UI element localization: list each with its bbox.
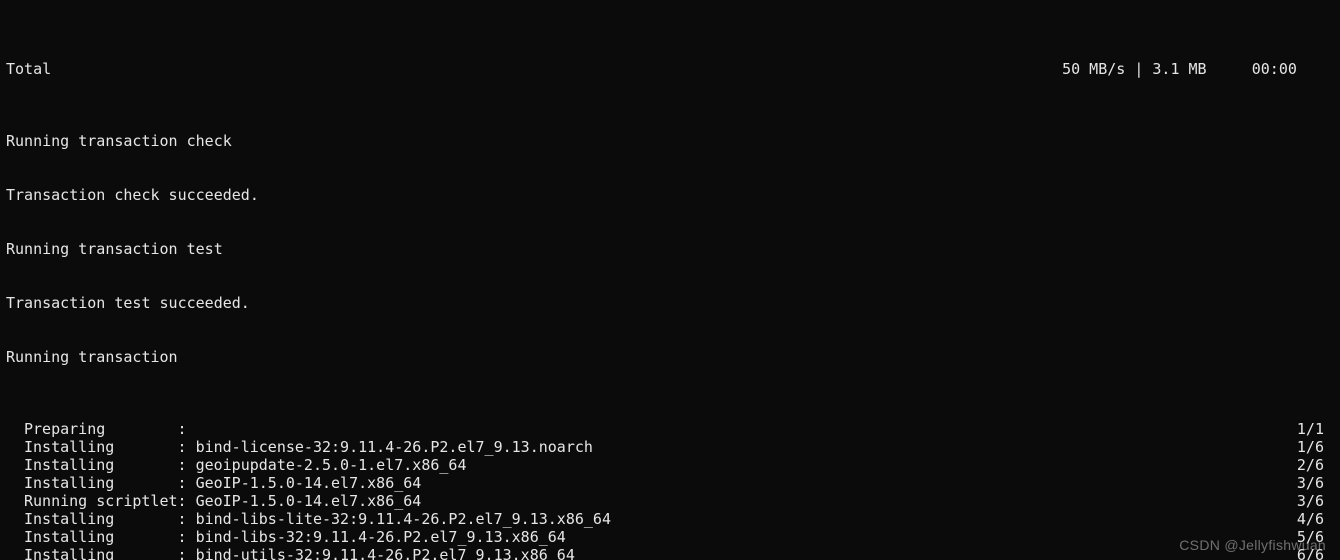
step-package: bind-utils-32:9.11.4-26.P2.el7_9.13.x86_… [196,546,575,560]
total-size: 3.1 MB [1152,60,1206,78]
status-line: Transaction check succeeded. [6,186,1334,204]
step-package: bind-libs-lite-32:9.11.4-26.P2.el7_9.13.… [196,510,611,528]
step-package: bind-libs-32:9.11.4-26.P2.el7_9.13.x86_6… [196,528,566,546]
step-separator: : [178,492,196,510]
step-action: Installing [24,474,178,492]
step-separator: : [178,438,196,456]
total-row: Total 50 MB/s | 3.1 MB 00:00 [6,60,1334,78]
total-stats: 50 MB/s | 3.1 MB 00:00 [1062,60,1334,78]
step-separator: : [178,546,196,560]
total-sep: | [1134,60,1143,78]
step-count: 2/6 [1297,456,1334,474]
transaction-step: Installing: GeoIP-1.5.0-14.el7.x86_64 3/6 [6,474,1334,492]
step-action: Installing [24,510,178,528]
step-separator: : [178,456,196,474]
step-action: Running scriptlet [24,492,178,510]
total-speed: 50 MB/s [1062,60,1125,78]
status-line: Running transaction check [6,132,1334,150]
step-separator: : [178,420,196,438]
watermark: CSDN @Jellyfishwuan [1179,536,1326,554]
transaction-steps: Preparing: 1/1Installing: bind-license-3… [6,420,1334,560]
terminal-output: Total 50 MB/s | 3.1 MB 00:00 Running tra… [0,0,1340,560]
step-count: 1/1 [1297,420,1334,438]
step-count: 1/6 [1297,438,1334,456]
step-package: geoipupdate-2.5.0-1.el7.x86_64 [196,456,467,474]
step-package: bind-license-32:9.11.4-26.P2.el7_9.13.no… [196,438,593,456]
status-line: Running transaction test [6,240,1334,258]
step-action: Preparing [24,420,178,438]
status-line: Transaction test succeeded. [6,294,1334,312]
step-separator: : [178,510,196,528]
transaction-step: Preparing: 1/1 [6,420,1334,438]
step-action: Installing [24,456,178,474]
status-line: Running transaction [6,348,1334,366]
transaction-step: Installing: bind-utils-32:9.11.4-26.P2.e… [6,546,1334,560]
step-package: GeoIP-1.5.0-14.el7.x86_64 [196,492,422,510]
transaction-step: Installing: bind-license-32:9.11.4-26.P2… [6,438,1334,456]
step-action: Installing [24,546,178,560]
step-separator: : [178,474,196,492]
step-action: Installing [24,528,178,546]
transaction-step: Running scriptlet: GeoIP-1.5.0-14.el7.x8… [6,492,1334,510]
step-count: 3/6 [1297,474,1334,492]
total-label: Total [6,60,51,78]
step-package: GeoIP-1.5.0-14.el7.x86_64 [196,474,422,492]
step-separator: : [178,528,196,546]
transaction-step: Installing: bind-libs-32:9.11.4-26.P2.el… [6,528,1334,546]
step-count: 4/6 [1297,510,1334,528]
transaction-step: Installing: geoipupdate-2.5.0-1.el7.x86_… [6,456,1334,474]
step-count: 3/6 [1297,492,1334,510]
total-time: 00:00 [1252,60,1297,78]
step-action: Installing [24,438,178,456]
transaction-step: Installing: bind-libs-lite-32:9.11.4-26.… [6,510,1334,528]
